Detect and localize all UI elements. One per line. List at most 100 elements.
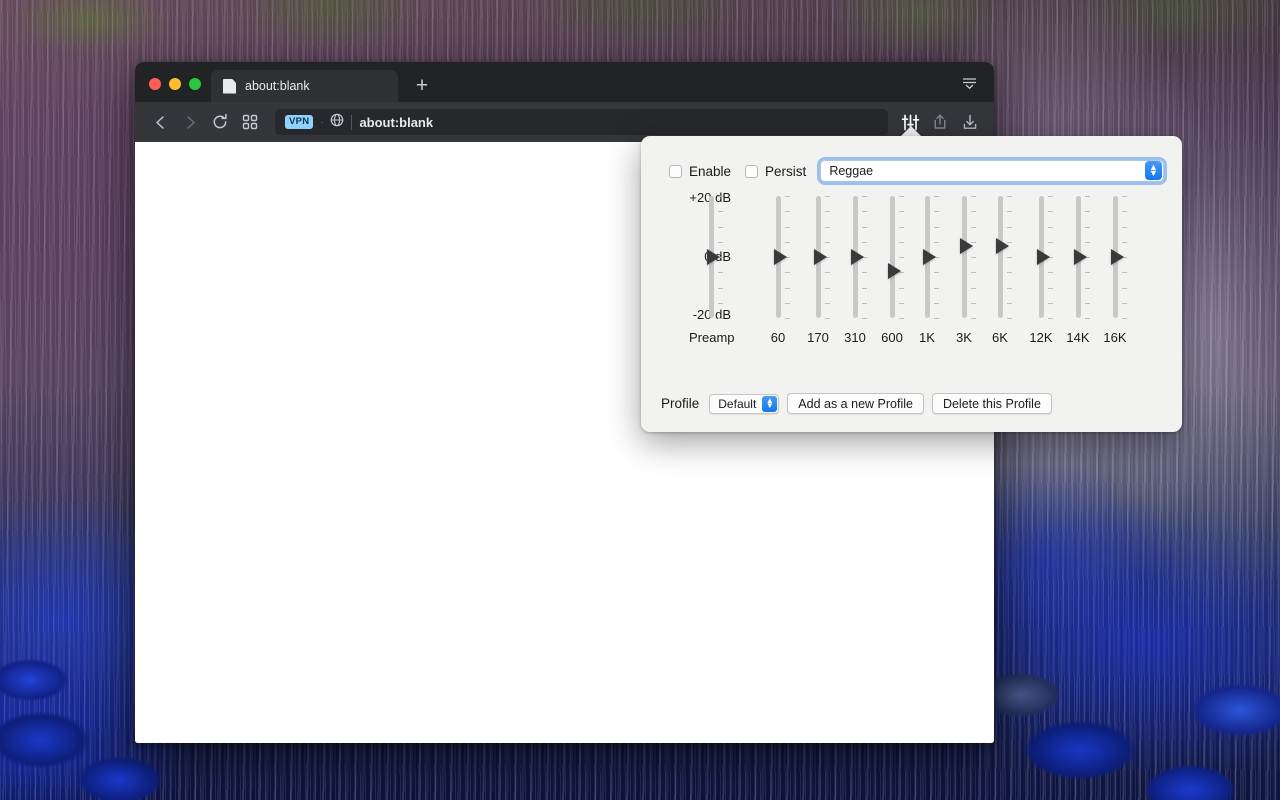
eq-tick: [934, 272, 939, 273]
eq-tick: [899, 196, 904, 197]
eq-band-label: 6K: [978, 330, 1022, 345]
eq-band-thumb[interactable]: [851, 249, 864, 265]
address-bar[interactable]: VPN · about:blank: [275, 109, 888, 135]
eq-band-track[interactable]: [709, 196, 714, 318]
omnibox-separator-dot: ·: [320, 117, 323, 127]
download-icon[interactable]: [956, 108, 984, 136]
eq-band-16k[interactable]: 16K: [1093, 196, 1137, 318]
new-tab-button[interactable]: +: [408, 71, 436, 99]
enable-checkbox[interactable]: [669, 165, 682, 178]
eq-band-ticks: [1007, 196, 1013, 318]
equalizer-top-row: Enable Persist Reggae ▲▼: [641, 136, 1182, 182]
reload-icon[interactable]: [205, 107, 235, 137]
eq-tick: [718, 272, 723, 273]
eq-band-track[interactable]: [853, 196, 858, 318]
browser-tab[interactable]: about:blank: [211, 70, 398, 102]
eq-tick: [862, 303, 867, 304]
chevron-left-icon[interactable]: [145, 107, 175, 137]
window-controls: [135, 78, 211, 102]
eq-band-thumb[interactable]: [707, 249, 720, 265]
enable-label: Enable: [689, 164, 731, 179]
eq-band-track[interactable]: [1113, 196, 1118, 318]
eq-band-thumb[interactable]: [1074, 249, 1087, 265]
eq-tick: [934, 196, 939, 197]
eq-tick: [971, 303, 976, 304]
eq-band-track[interactable]: [998, 196, 1003, 318]
eq-tick: [1122, 272, 1127, 273]
eq-tick: [718, 318, 723, 319]
delete-profile-button[interactable]: Delete this Profile: [932, 393, 1052, 414]
speed-dial-grid-icon[interactable]: [235, 107, 265, 137]
eq-tick: [899, 303, 904, 304]
eq-tick: [899, 318, 904, 319]
eq-tick: [1048, 288, 1053, 289]
eq-tick: [934, 303, 939, 304]
eq-band-thumb[interactable]: [1111, 249, 1124, 265]
eq-tick: [899, 242, 904, 243]
eq-band-preamp[interactable]: Preamp: [689, 196, 733, 318]
eq-band-track[interactable]: [816, 196, 821, 318]
globe-icon[interactable]: [330, 113, 344, 132]
preset-stepper-chevrons-icon[interactable]: ▲▼: [1145, 161, 1162, 180]
eq-tick: [1122, 318, 1127, 319]
eq-tick: [718, 227, 723, 228]
eq-tick: [934, 288, 939, 289]
eq-band-60[interactable]: 60: [756, 196, 800, 318]
eq-band-thumb[interactable]: [996, 238, 1009, 254]
tab-list-chevron-down-icon[interactable]: [956, 71, 982, 93]
eq-tick: [899, 257, 904, 258]
eq-tick: [1085, 288, 1090, 289]
eq-tick: [1122, 303, 1127, 304]
eq-band-track[interactable]: [962, 196, 967, 318]
eq-band-track[interactable]: [776, 196, 781, 318]
eq-tick: [1122, 227, 1127, 228]
eq-band-thumb[interactable]: [774, 249, 787, 265]
eq-band-6k[interactable]: 6K: [978, 196, 1022, 318]
preset-dropdown[interactable]: Reggae ▲▼: [820, 160, 1164, 182]
eq-tick: [899, 288, 904, 289]
profile-stepper-chevrons-icon[interactable]: ▲▼: [762, 396, 777, 412]
eq-band-thumb[interactable]: [923, 249, 936, 265]
eq-tick: [718, 303, 723, 304]
maximize-window-button[interactable]: [189, 78, 201, 90]
equalizer-profile-row: Profile Default ▲▼ Add as a new Profile …: [641, 393, 1182, 432]
eq-band-track[interactable]: [1076, 196, 1081, 318]
eq-band-track[interactable]: [925, 196, 930, 318]
persist-checkbox[interactable]: [745, 165, 758, 178]
eq-band-thumb[interactable]: [888, 263, 901, 279]
eq-tick: [971, 288, 976, 289]
profile-dropdown[interactable]: Default ▲▼: [709, 394, 779, 414]
persist-checkbox-group[interactable]: Persist: [745, 164, 806, 179]
close-window-button[interactable]: [149, 78, 161, 90]
eq-tick: [971, 211, 976, 212]
preset-value: Reggae: [829, 164, 873, 178]
eq-tick: [971, 257, 976, 258]
minimize-window-button[interactable]: [169, 78, 181, 90]
eq-band-thumb[interactable]: [1037, 249, 1050, 265]
eq-tick: [825, 211, 830, 212]
eq-tick: [1048, 227, 1053, 228]
eq-tick: [862, 288, 867, 289]
eq-tick: [1007, 196, 1012, 197]
eq-band-thumb[interactable]: [960, 238, 973, 254]
eq-tick: [934, 242, 939, 243]
share-icon[interactable]: [926, 108, 954, 136]
vpn-badge[interactable]: VPN: [285, 115, 313, 128]
eq-tick: [1122, 211, 1127, 212]
enable-checkbox-group[interactable]: Enable: [669, 164, 731, 179]
chevron-right-icon[interactable]: [175, 107, 205, 137]
eq-band-thumb[interactable]: [814, 249, 827, 265]
eq-tick: [1085, 196, 1090, 197]
eq-tick: [971, 318, 976, 319]
eq-tick: [825, 242, 830, 243]
eq-tick: [862, 318, 867, 319]
eq-tick: [1085, 211, 1090, 212]
eq-tick: [825, 288, 830, 289]
eq-band-track[interactable]: [890, 196, 895, 318]
add-new-profile-button[interactable]: Add as a new Profile: [787, 393, 924, 414]
eq-tick: [1048, 211, 1053, 212]
eq-tick: [1048, 303, 1053, 304]
eq-tick: [785, 303, 790, 304]
tab-bar: about:blank +: [135, 62, 994, 102]
eq-band-track[interactable]: [1039, 196, 1044, 318]
